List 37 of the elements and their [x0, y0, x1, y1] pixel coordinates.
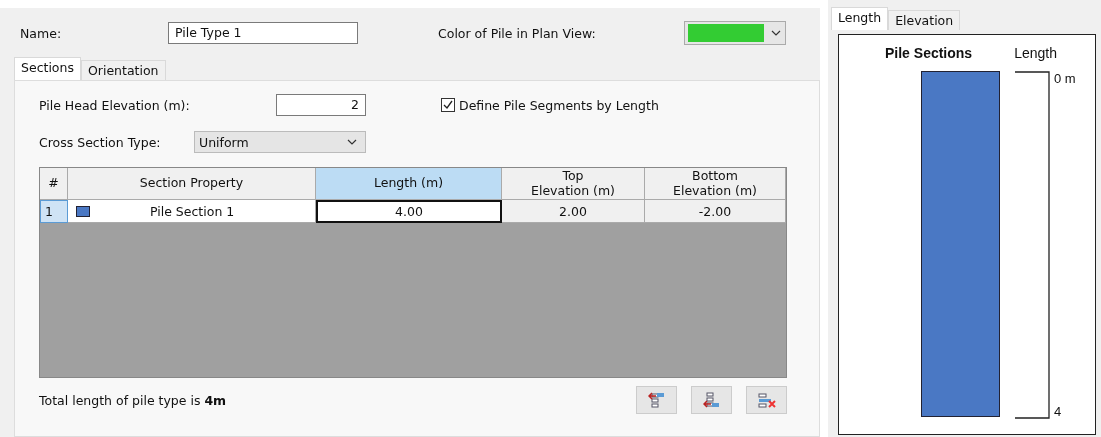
name-field[interactable]: Pile Type 1 [168, 22, 358, 44]
table-cell: 2.00 [502, 200, 645, 223]
total-length-text: Total length of pile type is 4m [39, 392, 227, 408]
axis-title: Length [1014, 45, 1057, 61]
table-cell: -2.00 [645, 200, 786, 223]
column-header[interactable]: Top Elevation (m) [502, 168, 645, 200]
append-row-button[interactable] [691, 386, 732, 414]
cross-section-dropdown[interactable]: Uniform [194, 131, 366, 153]
delete-row-button[interactable] [746, 386, 787, 414]
table-cell[interactable]: 4.00 [316, 200, 502, 223]
table-cell: Pile Section 1 [150, 203, 235, 219]
tab[interactable]: Sections [14, 57, 81, 80]
checkbox[interactable] [441, 98, 455, 112]
caret-icon [347, 139, 357, 145]
delete-row-icon [756, 391, 777, 409]
column-header[interactable]: Length (m) [316, 168, 502, 200]
pile-head-label: Pile Head Elevation (m): [39, 97, 191, 113]
tab[interactable]: Orientation [80, 60, 166, 80]
insert-row-button[interactable] [636, 386, 677, 414]
row-number[interactable]: 1 [40, 200, 68, 223]
pile-head-field[interactable]: 2 [276, 94, 366, 116]
tab[interactable]: Elevation [888, 10, 961, 30]
plan-color-label: Color of Pile in Plan View: [438, 25, 597, 41]
column-header[interactable]: Section Property [68, 168, 316, 200]
view-title: Pile Sections [885, 45, 973, 61]
caret-icon [771, 30, 781, 36]
append-row-icon [702, 391, 721, 409]
color-dropdown[interactable] [684, 21, 786, 45]
column-header[interactable]: # [40, 168, 68, 200]
scale-label: 4 [1054, 404, 1063, 419]
name-label: Name: [20, 25, 63, 41]
tab[interactable]: Length [831, 7, 889, 30]
insert-row-icon [647, 391, 666, 409]
scale-label: 0 m [1054, 71, 1076, 86]
column-header[interactable]: Bottom Elevation (m) [645, 168, 786, 200]
checkbox-label: Define Pile Segments by Length [459, 97, 659, 113]
cross-section-label: Cross Section Type: [39, 134, 162, 150]
